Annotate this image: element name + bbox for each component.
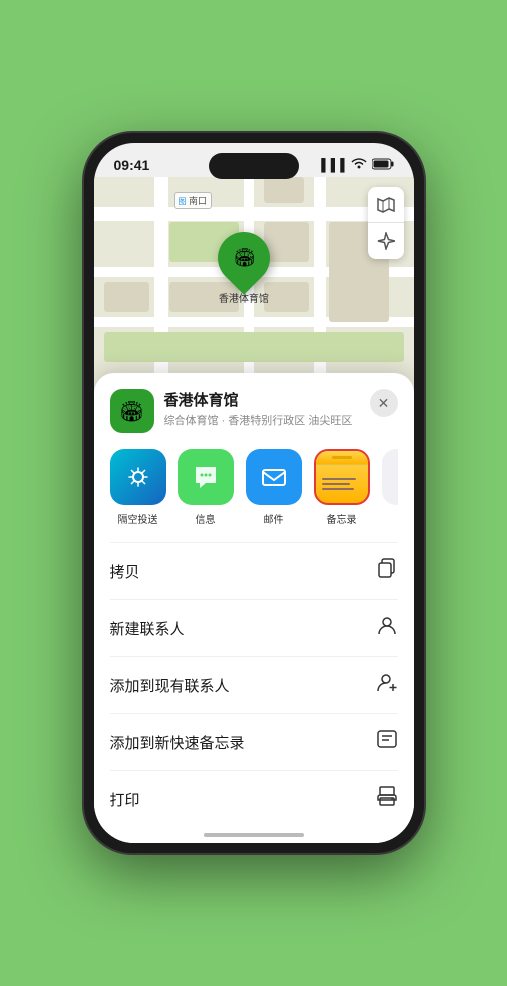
menu-new-contact[interactable]: 新建联系人 <box>110 599 398 656</box>
share-messages[interactable]: 信息 <box>178 449 234 526</box>
messages-label: 信息 <box>196 511 216 526</box>
home-indicator <box>204 833 304 837</box>
signal-icon: ▐▐▐ <box>317 158 346 172</box>
airdrop-label: 隔空投送 <box>118 511 158 526</box>
share-airdrop[interactable]: 隔空投送 <box>110 449 166 526</box>
menu-quick-note[interactable]: 添加到新快速备忘录 <box>110 713 398 770</box>
messages-icon <box>178 449 234 505</box>
map-block <box>264 177 304 203</box>
location-button[interactable] <box>368 223 404 259</box>
phone-screen: 09:41 ▐▐▐ <box>94 143 414 843</box>
venue-name: 香港体育馆 <box>164 389 360 410</box>
map-label: 图 南口 <box>174 192 213 209</box>
copy-icon <box>376 557 398 585</box>
sheet-header: 🏟 香港体育馆 综合体育馆 · 香港特别行政区 油尖旺区 ✕ <box>110 389 398 433</box>
status-time: 09:41 <box>114 157 150 173</box>
venue-subtitle: 综合体育馆 · 香港特别行政区 油尖旺区 <box>164 412 360 428</box>
notes-icon <box>314 449 370 505</box>
quick-note-label: 添加到新快速备忘录 <box>110 732 245 753</box>
menu-add-existing-contact[interactable]: 添加到现有联系人 <box>110 656 398 713</box>
share-notes[interactable]: 备忘录 <box>314 449 370 526</box>
mail-icon <box>246 449 302 505</box>
bottom-sheet: 🏟 香港体育馆 综合体育馆 · 香港特别行政区 油尖旺区 ✕ 隔空投送 <box>94 373 414 843</box>
status-icons: ▐▐▐ <box>317 158 394 173</box>
map-road <box>94 207 414 221</box>
map-label-text: 南口 <box>189 196 207 206</box>
print-label: 打印 <box>110 789 140 810</box>
new-contact-icon <box>376 614 398 642</box>
copy-label: 拷贝 <box>110 561 140 582</box>
map-block <box>104 282 149 312</box>
new-contact-label: 新建联系人 <box>110 618 185 639</box>
share-row: 隔空投送 信息 邮件 <box>110 449 398 526</box>
map-button-group <box>368 187 404 259</box>
share-more[interactable]: 推 <box>382 449 398 526</box>
close-button[interactable]: ✕ <box>370 389 398 417</box>
map-block <box>104 332 404 362</box>
notes-label: 备忘录 <box>327 511 357 526</box>
dynamic-island <box>209 153 299 179</box>
location-pin: 🏟 香港体育馆 <box>218 232 270 305</box>
menu-print[interactable]: 打印 <box>110 770 398 827</box>
phone-frame: 09:41 ▐▐▐ <box>84 133 424 853</box>
add-existing-label: 添加到现有联系人 <box>110 675 230 696</box>
mail-label: 邮件 <box>264 511 284 526</box>
map-block <box>264 282 309 312</box>
venue-info: 香港体育馆 综合体育馆 · 香港特别行政区 油尖旺区 <box>164 389 360 428</box>
battery-icon <box>372 158 394 173</box>
menu-copy[interactable]: 拷贝 <box>110 542 398 599</box>
pin-circle: 🏟 <box>207 221 281 295</box>
airdrop-icon <box>110 449 166 505</box>
print-icon <box>376 785 398 813</box>
wifi-icon <box>351 158 367 173</box>
add-existing-icon <box>376 671 398 699</box>
share-mail[interactable]: 邮件 <box>246 449 302 526</box>
map-type-button[interactable] <box>368 187 404 223</box>
venue-icon: 🏟 <box>110 389 154 433</box>
more-icon <box>382 449 398 505</box>
quick-note-icon <box>376 728 398 756</box>
venue-pin-icon: 🏟 <box>232 248 255 269</box>
